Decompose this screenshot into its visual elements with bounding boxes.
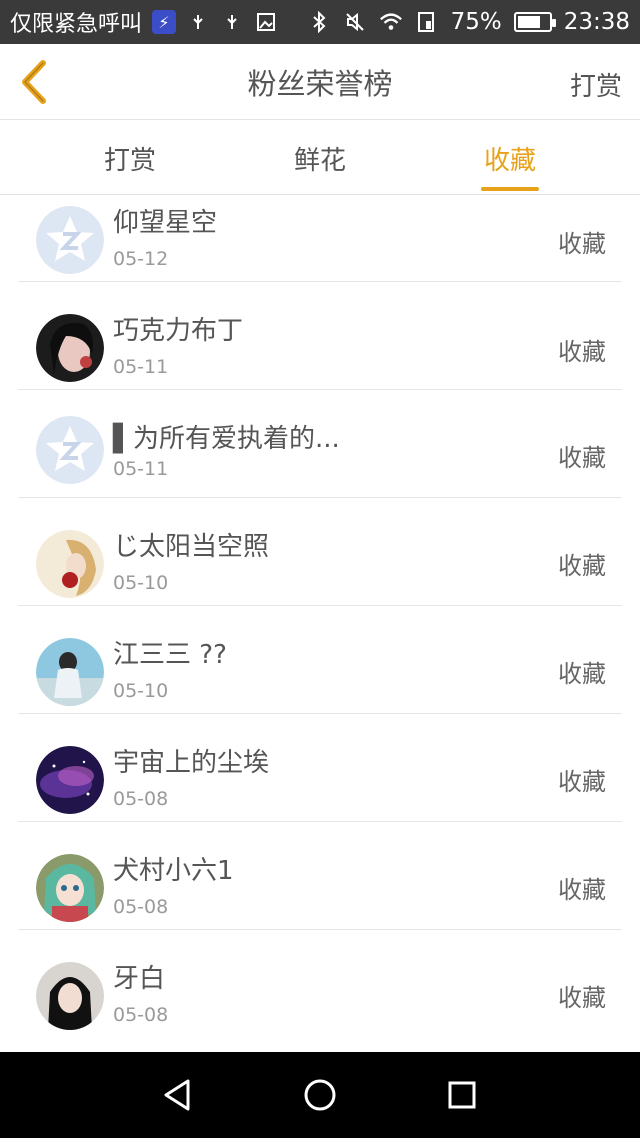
favorite-label: 收藏 bbox=[558, 984, 606, 1012]
list-item[interactable]: じ太阳当空照 05-10 收藏 bbox=[18, 498, 622, 606]
fan-list[interactable]: 仰望星空 05-12 收藏 巧克力布丁 05-11 收藏 ▌为所有爱执着的...… bbox=[18, 196, 622, 1052]
favorite-label: 收藏 bbox=[558, 338, 606, 366]
mute-icon bbox=[343, 10, 367, 34]
back-triangle-icon[interactable] bbox=[152, 1069, 204, 1121]
galaxy-avatar[interactable] bbox=[36, 746, 104, 814]
photo-avatar[interactable] bbox=[36, 314, 104, 382]
clock: 23:38 bbox=[563, 9, 630, 35]
image-icon bbox=[254, 10, 278, 34]
wifi-icon bbox=[379, 10, 403, 34]
photo-avatar[interactable] bbox=[36, 638, 104, 706]
anime-avatar[interactable] bbox=[36, 854, 104, 922]
list-item[interactable]: 犬村小六1 05-08 收藏 bbox=[18, 822, 622, 930]
default-star-avatar[interactable] bbox=[36, 206, 104, 274]
favorite-label: 收藏 bbox=[558, 230, 606, 258]
sim-icon bbox=[415, 10, 439, 34]
favorite-label: 收藏 bbox=[558, 768, 606, 796]
user-name: 仰望星空 bbox=[113, 208, 218, 238]
bluetooth-icon bbox=[307, 10, 331, 34]
user-name: 江三三 ?? bbox=[113, 640, 227, 670]
tab-label: 收藏 bbox=[483, 145, 536, 176]
list-item[interactable]: 仰望星空 05-12 收藏 bbox=[18, 196, 622, 282]
item-date: 05-10 bbox=[113, 680, 169, 702]
app-header: 粉丝荣誉榜 打赏 bbox=[0, 44, 640, 120]
user-name: 巧克力布丁 bbox=[113, 316, 244, 346]
page-title: 粉丝荣誉榜 bbox=[247, 66, 393, 101]
status-left: 仅限紧急呼叫 ⚡ bbox=[10, 6, 278, 38]
user-name: 牙白 bbox=[113, 964, 166, 994]
active-tab-indicator bbox=[481, 187, 539, 191]
photo-avatar[interactable] bbox=[36, 530, 104, 598]
item-date: 05-12 bbox=[113, 248, 169, 270]
chevron-left-icon bbox=[22, 60, 46, 104]
item-date: 05-11 bbox=[113, 458, 169, 480]
item-date: 05-08 bbox=[113, 788, 169, 810]
usb-icon bbox=[220, 10, 244, 34]
user-name: 犬村小六1 bbox=[113, 856, 234, 886]
usb-icon bbox=[186, 10, 210, 34]
list-item[interactable]: 巧克力布丁 05-11 收藏 bbox=[18, 282, 622, 390]
user-name: ▌为所有爱执着的... bbox=[113, 424, 340, 454]
battery-icon bbox=[513, 12, 556, 32]
photo-avatar[interactable] bbox=[36, 962, 104, 1030]
tab-label: 打赏 bbox=[103, 145, 156, 176]
default-star-avatar[interactable] bbox=[36, 416, 104, 484]
favorite-label: 收藏 bbox=[558, 444, 606, 472]
user-name: じ太阳当空照 bbox=[113, 532, 270, 562]
favorite-label: 收藏 bbox=[558, 660, 606, 688]
status-bar: 仅限紧急呼叫 ⚡ 75% 23:38 bbox=[0, 0, 640, 44]
user-name: 宇宙上的尘埃 bbox=[113, 748, 270, 778]
favorite-label: 收藏 bbox=[558, 552, 606, 580]
tab-flowers[interactable]: 鲜花 bbox=[250, 121, 390, 195]
reward-button[interactable]: 打赏 bbox=[570, 66, 622, 103]
item-date: 05-10 bbox=[113, 572, 169, 594]
tab-reward[interactable]: 打赏 bbox=[60, 121, 200, 195]
tab-bar: 打赏 鲜花 收藏 bbox=[0, 121, 640, 195]
list-item[interactable]: 宇宙上的尘埃 05-08 收藏 bbox=[18, 714, 622, 822]
list-item[interactable]: 牙白 05-08 收藏 bbox=[18, 930, 622, 1038]
tab-label: 鲜花 bbox=[293, 145, 346, 176]
system-nav-bar bbox=[0, 1052, 640, 1138]
tab-favorites[interactable]: 收藏 bbox=[440, 121, 580, 195]
carrier-text: 仅限紧急呼叫 bbox=[10, 12, 143, 37]
item-date: 05-08 bbox=[113, 1004, 169, 1026]
list-item[interactable]: ▌为所有爱执着的... 05-11 收藏 bbox=[18, 390, 622, 498]
favorite-label: 收藏 bbox=[558, 876, 606, 904]
back-button[interactable] bbox=[14, 58, 54, 106]
item-date: 05-08 bbox=[113, 896, 169, 918]
item-date: 05-11 bbox=[113, 356, 169, 378]
list-item[interactable]: 江三三 ?? 05-10 收藏 bbox=[18, 606, 622, 714]
battery-fill bbox=[517, 16, 541, 28]
home-circle-icon[interactable] bbox=[294, 1069, 346, 1121]
battery-percent: 75% bbox=[450, 9, 502, 35]
charging-bolt-icon: ⚡ bbox=[152, 10, 177, 34]
recents-square-icon[interactable] bbox=[436, 1069, 488, 1121]
status-right: 75% 23:38 bbox=[307, 9, 630, 35]
